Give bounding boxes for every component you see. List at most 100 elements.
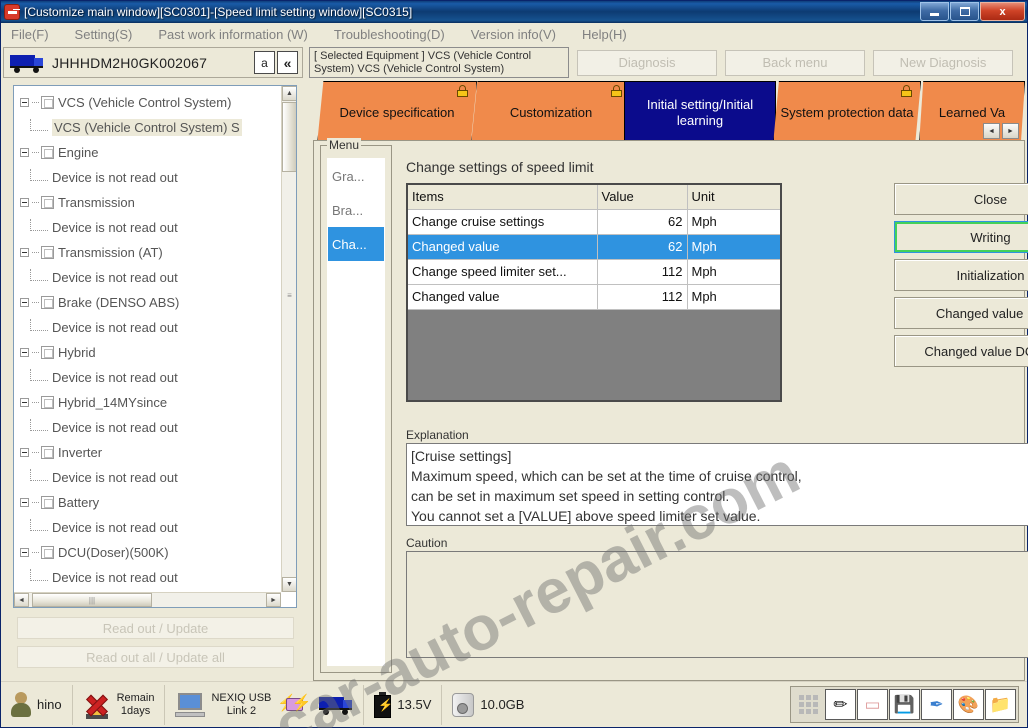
drag-handle-icon[interactable] — [793, 689, 824, 720]
back-menu-button[interactable]: Back menu — [725, 49, 865, 76]
expander-icon[interactable] — [20, 98, 29, 107]
tree-child[interactable]: Device is not read out — [20, 415, 281, 440]
tab-scroll-left-icon[interactable]: ◄ — [983, 123, 1000, 139]
checkbox-icon[interactable] — [41, 246, 54, 259]
checkbox-icon[interactable] — [41, 446, 54, 459]
tree-elbow-icon — [30, 218, 48, 231]
folder-icon[interactable]: 📁 — [985, 689, 1016, 720]
table-row[interactable]: Change cruise settings 62 Mph — [406, 208, 782, 235]
pens-cup-icon[interactable]: ✒ — [921, 689, 952, 720]
checkbox-icon[interactable] — [41, 96, 54, 109]
scroll-down-icon[interactable]: ▼ — [282, 577, 296, 592]
table-row[interactable]: Change speed limiter set... 112 Mph — [406, 258, 782, 285]
menu-list-item-gra[interactable]: Gra... — [328, 159, 384, 193]
explanation-box[interactable]: [Cruise settings] Maximum speed, which c… — [406, 443, 1028, 526]
status-disk: 10.0GB — [442, 685, 534, 725]
checkbox-icon[interactable] — [41, 546, 54, 559]
tree-vertical-scrollbar[interactable]: ▲ ≡ ▼ — [281, 86, 296, 592]
menu-item-past-work-information[interactable]: Past work information (W) — [158, 27, 308, 42]
checkbox-icon[interactable] — [41, 296, 54, 309]
scroll-left-icon[interactable]: ◄ — [14, 593, 29, 607]
table-row[interactable]: Changed value 62 Mph — [406, 233, 782, 260]
settings-table[interactable]: Items Value Unit Change cruise settings … — [406, 183, 782, 402]
expander-icon[interactable] — [20, 248, 29, 257]
tree-child[interactable]: Device is not read out — [20, 265, 281, 290]
tree-node[interactable]: Transmission (AT) — [20, 240, 281, 265]
tree-node[interactable]: Battery — [20, 490, 281, 515]
checkbox-icon[interactable] — [41, 346, 54, 359]
tree-node[interactable]: VCS (Vehicle Control System) — [20, 90, 281, 115]
maximize-button[interactable] — [950, 2, 979, 21]
expander-icon[interactable] — [20, 148, 29, 157]
checkbox-icon[interactable] — [41, 396, 54, 409]
new-diagnosis-button[interactable]: New Diagnosis — [873, 49, 1013, 76]
menu-item-troubleshooting[interactable]: Troubleshooting(D) — [334, 27, 445, 42]
window-title: [Customize main window][SC0301]-[Speed l… — [24, 5, 413, 19]
disk-free-value: 10.0GB — [480, 697, 525, 712]
tree-child[interactable]: Device is not read out — [20, 565, 281, 590]
scroll-up-icon[interactable]: ▲ — [282, 86, 296, 101]
scrollbar-thumb[interactable] — [282, 102, 296, 172]
tab-system-protection-data[interactable]: System protection data — [773, 81, 921, 145]
menu-item-file[interactable]: File(F) — [11, 27, 49, 42]
tree-child[interactable]: Device is not read out — [20, 365, 281, 390]
close-button[interactable]: x — [980, 2, 1025, 21]
tree-child[interactable]: Device is not read out — [20, 465, 281, 490]
tree-child[interactable]: VCS (Vehicle Control System) S — [20, 115, 281, 140]
palette-icon[interactable]: 🎨 — [953, 689, 984, 720]
read-out-all-update-all-button[interactable]: Read out all / Update all — [17, 646, 294, 668]
expander-icon[interactable] — [20, 348, 29, 357]
tree-child[interactable]: Device is not read out — [20, 165, 281, 190]
annotation-a-button[interactable]: a — [254, 51, 275, 74]
tree-node[interactable]: Inverter — [20, 440, 281, 465]
menu-item-setting[interactable]: Setting(S) — [75, 27, 133, 42]
tree-node[interactable]: Transmission — [20, 190, 281, 215]
tree-node[interactable]: Engine — [20, 140, 281, 165]
eraser-icon[interactable]: ▭ — [857, 689, 888, 720]
tree-node[interactable]: Hybrid_14MYsince — [20, 390, 281, 415]
annotation-toolbar: ✏ ▭ 💾 ✒ 🎨 📁 — [790, 686, 1019, 723]
tree-child[interactable]: Device is not read out — [20, 515, 281, 540]
tree-child-label: Device is not read out — [52, 470, 178, 485]
tree-child[interactable]: Device is not read out — [20, 215, 281, 240]
save-icon[interactable]: 💾 — [889, 689, 920, 720]
menu-list[interactable]: Gra... Bra... Cha... — [327, 158, 385, 666]
tab-scroll-right-icon[interactable]: ► — [1002, 123, 1019, 139]
tree-child[interactable]: Device is not read out — [20, 315, 281, 340]
device-tree[interactable]: VCS (Vehicle Control System) VCS (Vehicl… — [13, 85, 297, 608]
expander-icon[interactable] — [20, 448, 29, 457]
tab-initial-setting-initial-learning[interactable]: Initial setting/Initial learning — [624, 81, 776, 145]
menu-list-item-cha[interactable]: Cha... — [328, 227, 384, 261]
checkbox-icon[interactable] — [41, 196, 54, 209]
diagnosis-button[interactable]: Diagnosis — [577, 49, 717, 76]
tree-node[interactable]: Hybrid — [20, 340, 281, 365]
menu-list-item-bra[interactable]: Bra... — [328, 193, 384, 227]
scrollbar-thumb[interactable]: ||| — [32, 593, 152, 607]
checkbox-icon[interactable] — [41, 496, 54, 509]
changed-value-down-button[interactable]: Changed value DOWN — [894, 335, 1028, 367]
initialization-button[interactable]: Initialization — [894, 259, 1028, 291]
close-settings-button[interactable]: Close — [894, 183, 1028, 215]
tree-node[interactable]: DCU(Doser)(500K) — [20, 540, 281, 565]
expander-icon[interactable] — [20, 398, 29, 407]
table-row[interactable]: Changed value 112 Mph — [406, 283, 782, 310]
menu-item-help[interactable]: Help(H) — [582, 27, 627, 42]
expander-icon[interactable] — [20, 498, 29, 507]
pen-icon[interactable]: ✏ — [825, 689, 856, 720]
tab-label: Customization — [509, 105, 593, 120]
tab-device-specification[interactable]: Device specification — [317, 81, 477, 145]
tree-horizontal-scrollbar[interactable]: ◄ ||| ► — [14, 592, 281, 607]
expander-icon[interactable] — [20, 298, 29, 307]
tree-node[interactable]: Brake (DENSO ABS) — [20, 290, 281, 315]
changed-value-up-button[interactable]: Changed value UP — [894, 297, 1028, 329]
tab-customization[interactable]: Customization — [471, 81, 631, 145]
minimize-button[interactable] — [920, 2, 949, 21]
expander-icon[interactable] — [20, 548, 29, 557]
read-out-update-button[interactable]: Read out / Update — [17, 617, 294, 639]
scroll-right-icon[interactable]: ► — [266, 593, 281, 607]
checkbox-icon[interactable] — [41, 146, 54, 159]
writing-button[interactable]: Writing — [894, 221, 1028, 253]
menu-item-version-info[interactable]: Version info(V) — [471, 27, 556, 42]
expander-icon[interactable] — [20, 198, 29, 207]
collapse-panel-button[interactable]: « — [277, 51, 298, 74]
